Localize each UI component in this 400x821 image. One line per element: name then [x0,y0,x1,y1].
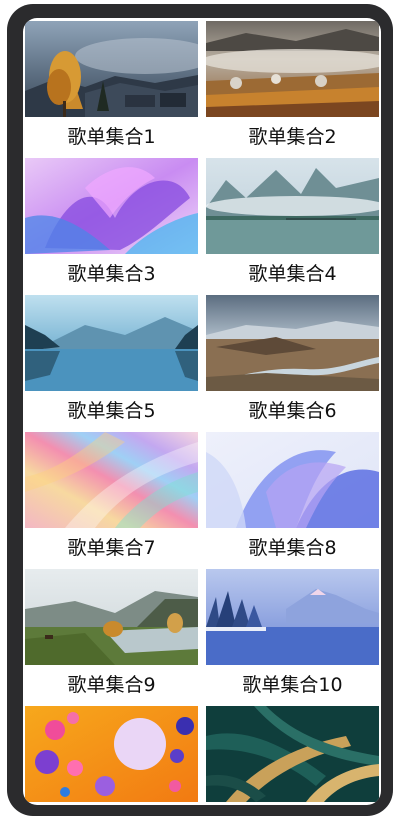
playlist-card[interactable]: 歌单集合6 [206,295,379,432]
playlist-title: 歌单集合6 [248,400,337,422]
playlist-title: 歌单集合2 [248,126,337,148]
playlist-card[interactable]: 歌单集合9 [25,569,198,706]
playlist-cover-image [25,158,198,254]
playlist-title: 歌单集合7 [67,537,156,559]
screen: 歌单集合1 歌单集合2 歌单集合3 歌单集合4 歌单集合5 歌单集合6 歌单集合… [23,18,381,805]
playlist-cover-image [25,21,198,117]
playlist-title: 歌单集合3 [67,263,156,285]
playlist-grid: 歌单集合1 歌单集合2 歌单集合3 歌单集合4 歌单集合5 歌单集合6 歌单集合… [25,21,381,805]
playlist-cover-image [206,706,379,802]
playlist-card[interactable] [25,706,198,805]
playlist-title: 歌单集合5 [67,400,156,422]
playlist-card[interactable]: 歌单集合1 [25,21,198,158]
playlist-cover-image [25,432,198,528]
playlist-cover-image [25,706,198,802]
playlist-title: 歌单集合1 [67,126,156,148]
playlist-title: 歌单集合8 [248,537,337,559]
playlist-cover-image [206,569,379,665]
playlist-card[interactable]: 歌单集合3 [25,158,198,295]
playlist-title: 歌单集合10 [242,674,343,696]
playlist-card[interactable]: 歌单集合8 [206,432,379,569]
playlist-title: 歌单集合9 [67,674,156,696]
playlist-card[interactable] [206,706,379,805]
playlist-card[interactable]: 歌单集合10 [206,569,379,706]
playlist-cover-image [206,295,379,391]
playlist-cover-image [25,295,198,391]
playlist-cover-image [25,569,198,665]
playlist-title: 歌单集合4 [248,263,337,285]
playlist-cover-image [206,21,379,117]
phone-frame: 歌单集合1 歌单集合2 歌单集合3 歌单集合4 歌单集合5 歌单集合6 歌单集合… [7,4,393,816]
playlist-card[interactable]: 歌单集合7 [25,432,198,569]
playlist-card[interactable]: 歌单集合2 [206,21,379,158]
playlist-cover-image [206,158,379,254]
playlist-card[interactable]: 歌单集合5 [25,295,198,432]
playlist-cover-image [206,432,379,528]
playlist-card[interactable]: 歌单集合4 [206,158,379,295]
